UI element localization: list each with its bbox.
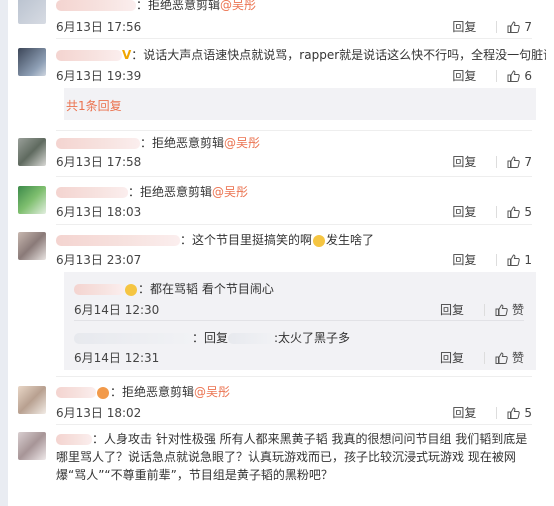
comment-date: 6月13日 23:07	[56, 253, 142, 267]
like-count: 1	[524, 252, 532, 267]
comment-text: V：说话大声点语速快点就说骂，rapper就是说话这么快不行吗，全程没一句脏话。	[56, 46, 546, 63]
avatar[interactable]	[18, 48, 46, 76]
thumbs-up-icon[interactable]	[507, 155, 521, 168]
comment-date: 6月13日 17:56	[56, 20, 142, 34]
avatar[interactable]	[18, 232, 46, 260]
like-count: 6	[524, 68, 532, 83]
divider	[56, 424, 532, 425]
emoji-icon	[97, 386, 109, 399]
mention-link[interactable]: @吴彤	[224, 136, 260, 150]
comment-text: ：拒绝恶意剪辑@吴彤	[56, 0, 256, 13]
verified-badge: V	[122, 48, 132, 62]
like-label: 赞	[511, 303, 524, 317]
avatar[interactable]	[18, 432, 46, 460]
avatar[interactable]	[18, 0, 46, 24]
divider	[56, 376, 532, 377]
comment-text: ：拒绝恶意剪辑@吴彤	[56, 183, 248, 200]
thumbs-up-icon[interactable]	[507, 406, 521, 419]
divider	[496, 205, 498, 218]
like-label: 赞	[511, 351, 524, 365]
avatar[interactable]	[18, 386, 46, 414]
emoji-icon	[125, 283, 137, 296]
like-count: 5	[524, 405, 532, 420]
reply-button[interactable]: 回复	[440, 301, 464, 318]
mention-link[interactable]: @吴彤	[212, 185, 248, 199]
comment-actions: 回复 5	[452, 404, 532, 421]
thumbs-up-emoji-icon	[313, 234, 326, 247]
divider	[483, 351, 485, 364]
reply-button[interactable]: 回复	[440, 349, 464, 366]
comment-actions: 回复 1	[452, 251, 532, 268]
reply-button[interactable]: 回复	[452, 251, 476, 268]
replies-box	[64, 88, 536, 120]
sub-reply-text: ：回复:太火了黑子多	[74, 329, 350, 346]
comment-text: ：人身攻击 针对性极强 所有人都来黑黄子韬 我真的很想问问节目组 我们韬到底是哪…	[56, 432, 528, 482]
bottom-edge	[8, 484, 546, 506]
comment-actions: 回复 7	[452, 153, 532, 170]
avatar[interactable]	[18, 138, 46, 166]
comment-feed: ：拒绝恶意剪辑@吴彤 6月13日 17:56 回复 7 V：说话大声点语速快点就…	[0, 0, 554, 506]
username-blur[interactable]	[56, 187, 128, 198]
username-blur[interactable]	[74, 284, 124, 295]
divider	[496, 155, 498, 168]
comment-text: ：拒绝恶意剪辑@吴彤	[56, 383, 230, 400]
comment-text: ：拒绝恶意剪辑@吴彤	[56, 134, 260, 151]
like-count: 5	[524, 204, 532, 219]
username-blur[interactable]	[56, 50, 122, 61]
reply-button[interactable]: 回复	[452, 67, 476, 84]
divider	[74, 320, 524, 321]
mention-link[interactable]: @吴彤	[194, 385, 230, 399]
comment-date: 6月13日 17:58	[56, 155, 142, 169]
thumbs-up-icon[interactable]	[495, 303, 508, 316]
divider	[56, 176, 532, 177]
divider	[496, 69, 498, 82]
comment-actions: 回复 6	[452, 67, 532, 84]
username-blur[interactable]	[74, 333, 192, 344]
like-count: 7	[524, 154, 532, 169]
left-margin	[0, 0, 8, 506]
comment-text: ：这个节目里挺搞笑的啊 发生啥了	[56, 231, 374, 248]
sub-reply-date: 6月14日 12:30	[74, 303, 160, 317]
sub-reply-actions: 回复 赞	[440, 349, 524, 366]
divider	[56, 224, 532, 225]
comment-actions: 回复 5	[452, 203, 532, 220]
thumbs-up-icon[interactable]	[507, 20, 521, 33]
comment-date: 6月13日 18:03	[56, 205, 142, 219]
reply-button[interactable]: 回复	[452, 153, 476, 170]
username-blur[interactable]	[56, 434, 92, 445]
thumbs-up-icon[interactable]	[507, 69, 521, 82]
username-blur[interactable]	[56, 387, 96, 398]
reply-button[interactable]: 回复	[452, 203, 476, 220]
divider	[496, 253, 498, 266]
reply-button[interactable]: 回复	[452, 18, 476, 35]
mention-link[interactable]: @吴彤	[220, 0, 256, 12]
comment-actions: 回复 7	[452, 18, 532, 35]
comment-date: 6月13日 18:02	[56, 406, 142, 420]
username-blur[interactable]	[56, 0, 136, 11]
thumbs-up-icon[interactable]	[507, 205, 521, 218]
more-replies-link[interactable]: 共1条回复	[66, 97, 122, 114]
sub-reply-text: ：都在骂韬 看个节目闹心	[74, 280, 274, 297]
sub-reply-actions: 回复 赞	[440, 301, 524, 318]
divider	[483, 303, 485, 316]
divider	[56, 130, 532, 131]
sub-reply-date: 6月14日 12:31	[74, 351, 160, 365]
thumbs-up-icon[interactable]	[495, 351, 508, 364]
username-blur[interactable]	[228, 333, 275, 344]
like-count: 7	[524, 19, 532, 34]
comment-date: 6月13日 19:39	[56, 69, 142, 83]
divider	[496, 406, 498, 419]
reply-button[interactable]: 回复	[452, 404, 476, 421]
username-blur[interactable]	[56, 235, 180, 246]
thumbs-up-icon[interactable]	[507, 253, 521, 266]
avatar[interactable]	[18, 186, 46, 214]
comment-panel: ：拒绝恶意剪辑@吴彤 6月13日 17:56 回复 7 V：说话大声点语速快点就…	[8, 0, 546, 484]
divider	[496, 20, 498, 33]
divider	[56, 38, 532, 39]
username-blur[interactable]	[56, 138, 140, 149]
